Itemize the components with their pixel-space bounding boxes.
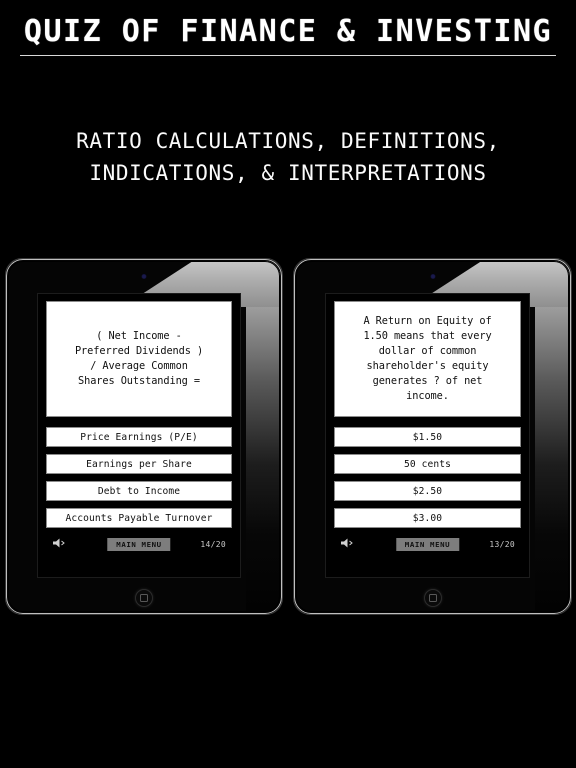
answer-option-3-left[interactable]: Debt to Income: [46, 481, 232, 501]
tablet-reflection: ( Net Income - Preferred Dividends ) / A…: [0, 618, 576, 768]
subtitle-line-1: RATIO CALCULATIONS, DEFINITIONS,: [76, 129, 500, 153]
question-counter-right: 13/20: [489, 539, 515, 549]
question-card-left: ( Net Income - Preferred Dividends ) / A…: [46, 301, 232, 417]
tablet-screen-left: ( Net Income - Preferred Dividends ) / A…: [37, 293, 241, 578]
bezel-gloss-right: [535, 261, 569, 612]
page-title: QUIZ OF FINANCE & INVESTING: [19, 16, 557, 56]
front-camera-icon-left: [141, 274, 147, 279]
answer-option-1-right[interactable]: $1.50: [334, 427, 521, 447]
screen-footer-left: MAIN MENU 14/20: [46, 536, 232, 552]
question-counter-left: 14/20: [200, 539, 226, 549]
bezel-gloss-left: [246, 261, 280, 612]
question-text-right: A Return on Equity of 1.50 means that ev…: [363, 315, 492, 402]
tablet-device-right: A Return on Equity of 1.50 means that ev…: [293, 258, 572, 615]
answer-option-2-right[interactable]: 50 cents: [334, 454, 521, 474]
question-card-right: A Return on Equity of 1.50 means that ev…: [334, 301, 521, 417]
subtitle-line-2: INDICATIONS, & INTERPRETATIONS: [89, 160, 487, 185]
answer-list-left: Price Earnings (P/E) Earnings per Share …: [46, 427, 232, 528]
answer-option-2-left[interactable]: Earnings per Share: [46, 454, 232, 474]
tablet-screen-right: A Return on Equity of 1.50 means that ev…: [325, 293, 530, 578]
front-camera-icon-right: [430, 274, 435, 279]
answer-option-3-right[interactable]: $2.50: [334, 481, 521, 501]
subtitle-block: RATIO CALCULATIONS, DEFINITIONS, INDICAT…: [0, 126, 576, 190]
answer-option-4-right[interactable]: $3.00: [334, 508, 521, 528]
main-menu-button-left[interactable]: MAIN MENU: [107, 537, 171, 551]
answer-option-4-left[interactable]: Accounts Payable Turnover: [46, 508, 232, 528]
title-block: QUIZ OF FINANCE & INVESTING: [0, 16, 576, 56]
answer-option-1-left[interactable]: Price Earnings (P/E): [46, 427, 232, 447]
home-button-left[interactable]: [135, 589, 153, 607]
tablet-device-left: ( Net Income - Preferred Dividends ) / A…: [5, 258, 283, 615]
reflection-fade-overlay: [0, 618, 576, 768]
quiz-promo-page: QUIZ OF FINANCE & INVESTING RATIO CALCUL…: [0, 0, 576, 768]
screen-footer-right: MAIN MENU 13/20: [334, 536, 521, 552]
speaker-muted-icon-right[interactable]: [340, 537, 354, 549]
home-button-right[interactable]: [423, 589, 442, 607]
question-text-left: ( Net Income - Preferred Dividends ) / A…: [74, 330, 204, 387]
answer-list-right: $1.50 50 cents $2.50 $3.00: [334, 427, 521, 528]
main-menu-button-right[interactable]: MAIN MENU: [395, 537, 460, 551]
speaker-muted-icon-left[interactable]: [52, 537, 66, 549]
